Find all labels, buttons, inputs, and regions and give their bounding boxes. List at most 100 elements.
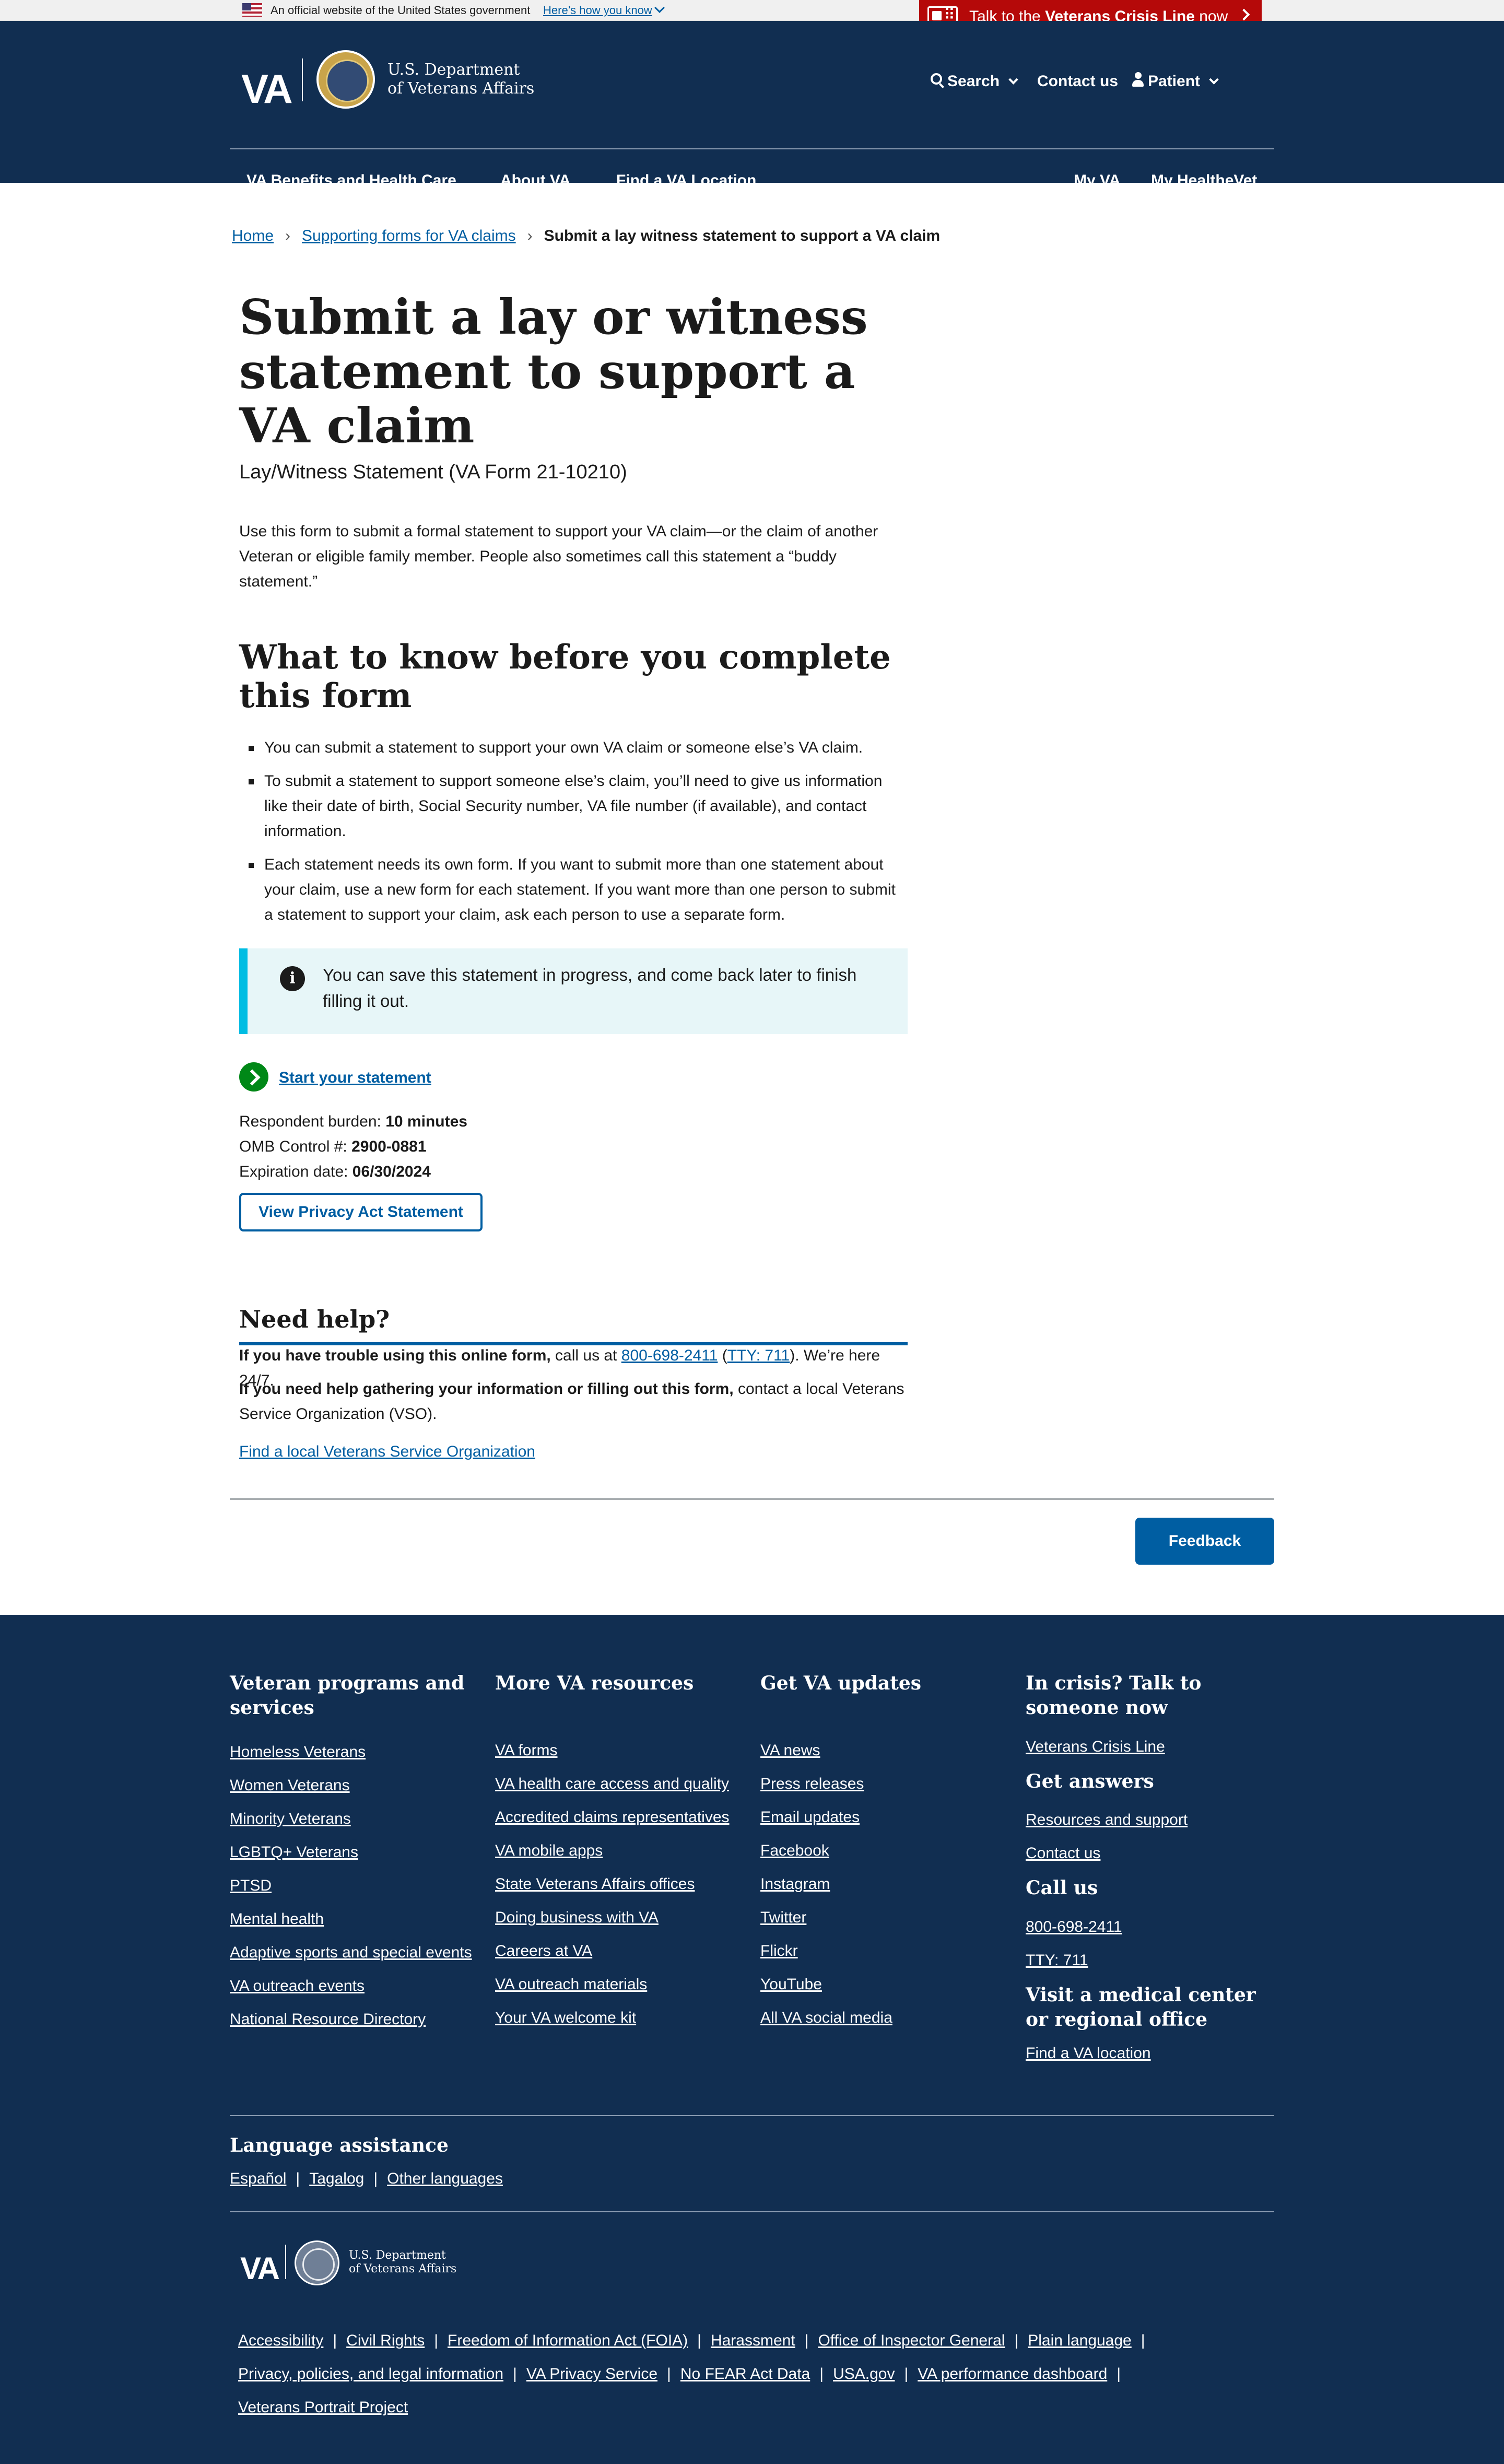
legal-link[interactable]: VA performance dashboard [918,2365,1107,2383]
footer-col-updates: Get VA updates VA news Press releases Em… [760,1671,1006,2040]
footer-link[interactable]: Doing business with VA [495,1909,659,1926]
start-statement-link[interactable]: Start your statement [279,1065,431,1090]
list-item: Each statement needs its own form. If yo… [239,852,908,928]
footer-divider [230,2211,1274,2212]
footer-tty-link[interactable]: TTY: 711 [1026,1952,1088,1969]
language-spanish-link[interactable]: Español [230,2170,286,2187]
footer-link[interactable]: Flickr [760,1942,798,1960]
what-to-know-heading: What to know before you complete this fo… [239,638,891,715]
official-gov-banner: An official website of the United States… [0,0,1504,21]
legal-link[interactable]: Civil Rights [346,2332,425,2349]
footer-link[interactable]: Your VA welcome kit [495,2009,636,2026]
legal-link[interactable]: Accessibility [238,2332,323,2349]
nav-my-va[interactable]: My VA [1074,168,1120,193]
footer-link[interactable]: LGBTQ+ Veterans [230,1844,358,1861]
footer-link[interactable]: Twitter [760,1909,806,1926]
legal-link[interactable]: USA.gov [833,2365,895,2383]
legal-link[interactable]: Office of Inspector General [818,2332,1005,2349]
footer-link[interactable]: State Veterans Affairs offices [495,1875,695,1893]
nav-benefits-health-care[interactable]: VA Benefits and Health Care [246,168,456,193]
search-button[interactable]: Search [947,69,1018,94]
separator: | [904,2365,909,2383]
footer-link[interactable]: Accredited claims representatives [495,1809,730,1826]
nav-benefits-label: VA Benefits and Health Care [246,172,456,189]
breadcrumb-home[interactable]: Home [232,227,274,244]
expiration-label: Expiration date: [239,1163,352,1180]
help-vso-line: Find a local Veterans Service Organizati… [239,1439,908,1464]
footer-va-logo[interactable]: VA [240,2244,280,2294]
footer-link[interactable]: National Resource Directory [230,2011,426,2028]
footer-link[interactable]: YouTube [760,1976,822,1993]
footer-link[interactable]: Homeless Veterans [230,1743,366,1761]
separator: | [819,2365,824,2383]
nav-my-healthevet[interactable]: My HealtheVet [1151,168,1257,193]
footer-link[interactable]: Email updates [760,1809,860,1826]
site-header: VA U.S. Department of Veterans Affairs S… [0,21,1504,189]
header-divider [230,148,1274,149]
breadcrumb-separator: › [527,227,533,244]
content-divider [230,1498,1274,1500]
footer-col-resources: More VA resources VA forms VA health car… [495,1671,741,2040]
feedback-button[interactable]: Feedback [1135,1518,1274,1565]
footer-link[interactable]: Careers at VA [495,1942,592,1960]
language-other-link[interactable]: Other languages [387,2170,503,2187]
circle-arrow-right-icon[interactable] [239,1062,268,1092]
heres-how-you-know-link[interactable]: Here’s how you know [543,1,652,19]
footer-link[interactable]: Contact us [1026,1845,1100,1862]
legal-link[interactable]: Plain language [1028,2332,1132,2349]
legal-link[interactable]: No FEAR Act Data [680,2365,810,2383]
respondent-burden: Respondent burden: 10 minutes [239,1109,467,1134]
user-icon [1131,72,1145,88]
footer-link[interactable]: Instagram [760,1875,830,1893]
find-vso-link[interactable]: Find a local Veterans Service Organizati… [239,1443,535,1460]
footer-phone-link[interactable]: 800-698-2411 [1026,1918,1122,1935]
tty-link[interactable]: TTY: 711 [727,1347,790,1364]
legal-link[interactable]: Freedom of Information Act (FOIA) [448,2332,688,2349]
footer-link[interactable]: VA health care access and quality [495,1775,729,1792]
footer-link[interactable]: Mental health [230,1910,324,1928]
contact-us-link[interactable]: Contact us [1037,69,1118,94]
separator: | [434,2332,438,2349]
language-tagalog-link[interactable]: Tagalog [309,2170,364,2187]
privacy-act-button[interactable]: View Privacy Act Statement [239,1193,483,1231]
user-menu-button[interactable]: Patient [1148,69,1219,94]
footer-crisis-link[interactable]: Veterans Crisis Line [1026,1738,1165,1755]
footer-divider [230,2115,1274,2116]
omb-info: Respondent burden: 10 minutes OMB Contro… [239,1109,467,1184]
legal-link[interactable]: VA Privacy Service [526,2365,657,2383]
footer-link[interactable]: Press releases [760,1775,864,1792]
footer-link[interactable]: All VA social media [760,2009,892,2026]
footer-link[interactable]: Facebook [760,1842,829,1859]
footer-link[interactable]: Women Veterans [230,1777,350,1794]
list-item: You can submit a statement to support yo… [239,735,908,760]
legal-link[interactable]: Harassment [711,2332,795,2349]
list-item: To submit a statement to support someone… [239,769,908,844]
footer-link[interactable]: Resources and support [1026,1811,1188,1828]
footer-link[interactable]: Adaptive sports and special events [230,1944,472,1961]
footer-link[interactable]: VA outreach materials [495,1976,647,1993]
legal-link[interactable]: Veterans Portrait Project [238,2399,408,2416]
footer-link[interactable]: Minority Veterans [230,1810,351,1827]
separator: | [1141,2332,1145,2349]
chevron-right-icon [1238,8,1250,21]
phone-link[interactable]: 800-698-2411 [621,1347,718,1364]
footer-link[interactable]: PTSD [230,1877,272,1894]
footer-link[interactable]: VA news [760,1742,820,1759]
search-label: Search [947,73,1000,90]
expiration-date: Expiration date: 06/30/2024 [239,1159,467,1184]
legal-link[interactable]: Privacy, policies, and legal information [238,2365,503,2383]
omb-control: OMB Control #: 2900-0881 [239,1134,467,1159]
burden-label: Respondent burden: [239,1113,386,1130]
footer-link[interactable]: VA forms [495,1742,557,1759]
dept-line-2: of Veterans Affairs [349,2262,457,2276]
nav-about-va[interactable]: About VA [500,168,570,193]
nav-find-location[interactable]: Find a VA Location [616,168,756,193]
breadcrumb-supporting-forms[interactable]: Supporting forms for VA claims [302,227,516,244]
dept-line-1: U.S. Department [387,61,520,79]
chevron-down-icon [1209,75,1219,85]
footer-link[interactable]: VA mobile apps [495,1842,603,1859]
footer-link[interactable]: VA outreach events [230,1977,365,1994]
footer-heading: In crisis? Talk to someone now [1026,1672,1202,1719]
va-logo[interactable]: VA [241,56,293,122]
footer-find-location-link[interactable]: Find a VA location [1026,2045,1151,2062]
